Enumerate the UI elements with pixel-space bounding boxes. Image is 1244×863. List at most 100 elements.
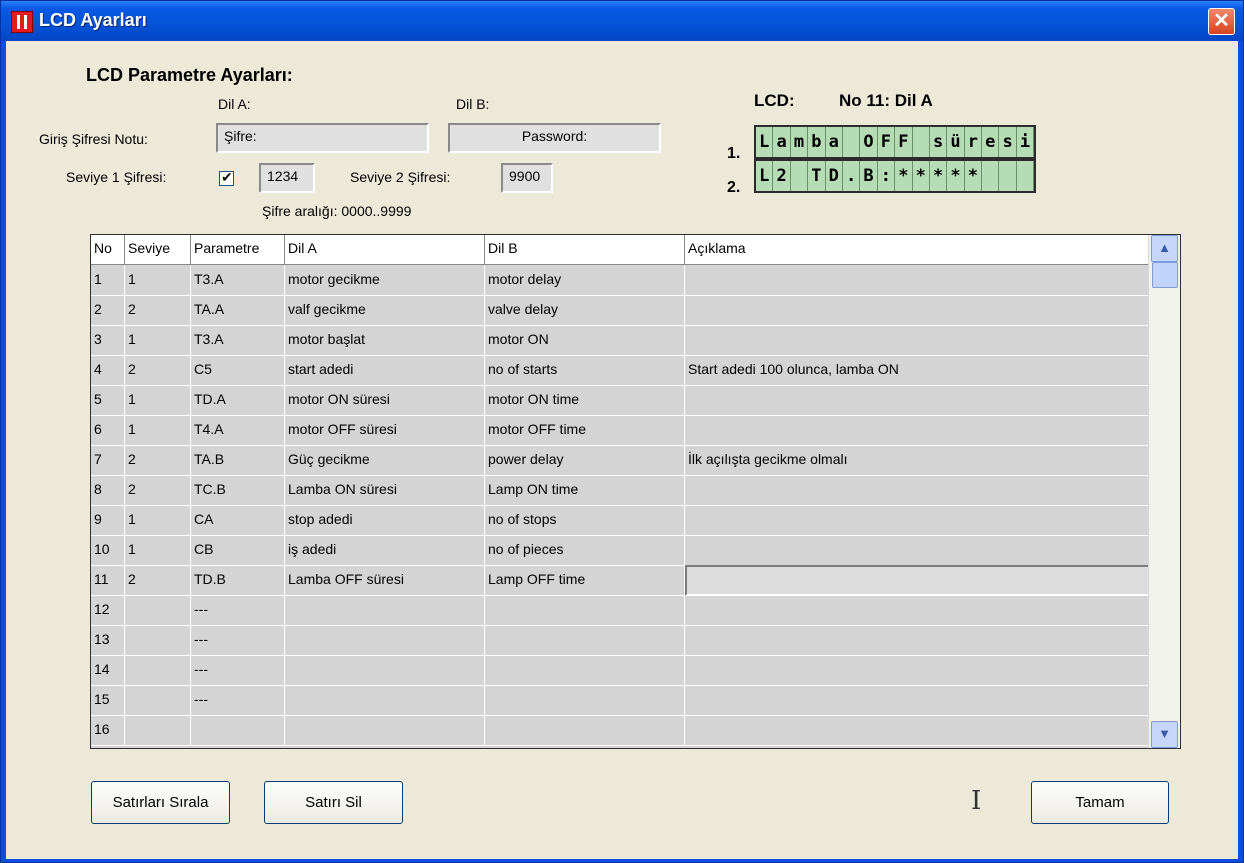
password-note-a-field[interactable]: Şifre:: [216, 123, 429, 153]
table-row[interactable]: 6 1 T4.A motor OFF süresi motor OFF time: [91, 416, 1149, 446]
table-cell[interactable]: [685, 326, 1149, 355]
table-cell[interactable]: 2: [125, 476, 191, 505]
table-cell[interactable]: 11: [91, 566, 125, 595]
table-cell[interactable]: [125, 656, 191, 685]
table-cell[interactable]: no of starts: [485, 356, 685, 385]
table-cell[interactable]: [685, 716, 1149, 745]
table-cell[interactable]: 15: [91, 686, 125, 715]
table-cell[interactable]: valf gecikme: [285, 296, 485, 325]
table-row[interactable]: 11 2 TD.B Lamba OFF süresi Lamp OFF time: [91, 565, 1150, 596]
table-cell[interactable]: TA.B: [191, 446, 285, 475]
table-cell[interactable]: 8: [91, 476, 125, 505]
table-cell[interactable]: [685, 386, 1149, 415]
table-cell[interactable]: [125, 716, 191, 745]
table-cell[interactable]: İlk açılışta gecikme olmalı: [685, 446, 1149, 475]
ok-button[interactable]: Tamam: [1031, 781, 1169, 824]
table-cell[interactable]: Güç gecikme: [285, 446, 485, 475]
column-header[interactable]: Açıklama: [685, 235, 1149, 264]
table-cell[interactable]: Lamba OFF süresi: [285, 566, 485, 595]
table-cell[interactable]: motor delay: [485, 266, 685, 295]
table-row[interactable]: 8 2 TC.B Lamba ON süresi Lamp ON time: [91, 476, 1149, 506]
table-cell[interactable]: [685, 626, 1149, 655]
table-cell[interactable]: [685, 536, 1149, 565]
table-row[interactable]: 10 1 CB iş adedi no of pieces: [91, 536, 1149, 566]
scroll-down-icon[interactable]: ▼: [1151, 721, 1178, 748]
column-header[interactable]: Parametre: [191, 235, 285, 264]
table-cell[interactable]: [485, 626, 685, 655]
table-cell[interactable]: T3.A: [191, 266, 285, 295]
column-header[interactable]: Dil B: [485, 235, 685, 264]
password-note-b-field[interactable]: Password:: [448, 123, 661, 153]
scroll-up-icon[interactable]: ▲: [1151, 235, 1178, 262]
table-row[interactable]: 7 2 TA.B Güç gecikme power delay İlk açılışta…: [91, 446, 1149, 476]
table-cell[interactable]: [685, 416, 1149, 445]
table-row[interactable]: 14 ---: [91, 656, 1149, 686]
table-cell[interactable]: TD.A: [191, 386, 285, 415]
table-row[interactable]: 13 ---: [91, 626, 1149, 656]
table-cell[interactable]: no of stops: [485, 506, 685, 535]
title-bar[interactable]: LCD Ayarları ✕: [1, 1, 1243, 41]
table-cell[interactable]: [485, 596, 685, 625]
table-cell[interactable]: 10: [91, 536, 125, 565]
table-cell[interactable]: [685, 266, 1149, 295]
table-row[interactable]: 16: [91, 716, 1149, 746]
table-cell[interactable]: [685, 656, 1149, 685]
table-cell[interactable]: motor başlat: [285, 326, 485, 355]
table-cell[interactable]: [685, 596, 1149, 625]
table-cell[interactable]: 1: [91, 266, 125, 295]
table-cell[interactable]: [685, 506, 1149, 535]
table-cell[interactable]: [485, 716, 685, 745]
column-header[interactable]: No: [91, 235, 125, 264]
table-cell[interactable]: [285, 596, 485, 625]
table-cell[interactable]: T3.A: [191, 326, 285, 355]
table-cell[interactable]: no of pieces: [485, 536, 685, 565]
delete-row-button[interactable]: Satırı Sil: [264, 781, 403, 824]
table-cell[interactable]: 3: [91, 326, 125, 355]
table-cell[interactable]: 14: [91, 656, 125, 685]
table-cell[interactable]: 5: [91, 386, 125, 415]
table-cell[interactable]: T4.A: [191, 416, 285, 445]
table-cell[interactable]: 2: [125, 566, 191, 595]
table-cell[interactable]: 6: [91, 416, 125, 445]
table-cell[interactable]: [125, 596, 191, 625]
table-row[interactable]: 3 1 T3.A motor başlat motor ON: [91, 326, 1149, 356]
table-cell[interactable]: 2: [125, 446, 191, 475]
table-cell[interactable]: 1: [125, 386, 191, 415]
table-cell[interactable]: CB: [191, 536, 285, 565]
table-cell[interactable]: Start adedi 100 olunca, lamba ON: [685, 356, 1149, 385]
table-cell[interactable]: power delay: [485, 446, 685, 475]
table-cell[interactable]: motor ON süresi: [285, 386, 485, 415]
table-cell[interactable]: Lamba ON süresi: [285, 476, 485, 505]
table-row[interactable]: 2 2 TA.A valf gecikme valve delay: [91, 296, 1149, 326]
table-cell[interactable]: TD.B: [191, 566, 285, 595]
table-cell[interactable]: [125, 626, 191, 655]
level2-password-field[interactable]: 9900: [501, 163, 553, 193]
table-cell[interactable]: motor gecikme: [285, 266, 485, 295]
table-cell[interactable]: valve delay: [485, 296, 685, 325]
table-cell[interactable]: 13: [91, 626, 125, 655]
description-edit-field[interactable]: [685, 565, 1150, 596]
table-row[interactable]: 12 ---: [91, 596, 1149, 626]
table-cell[interactable]: [285, 656, 485, 685]
table-cell[interactable]: 2: [125, 296, 191, 325]
table-cell[interactable]: 16: [91, 716, 125, 745]
table-row[interactable]: 15 ---: [91, 686, 1149, 716]
table-cell[interactable]: ---: [191, 596, 285, 625]
table-cell[interactable]: 4: [91, 356, 125, 385]
table-cell[interactable]: 1: [125, 266, 191, 295]
table-cell[interactable]: [285, 686, 485, 715]
table-cell[interactable]: motor ON: [485, 326, 685, 355]
level1-password-field[interactable]: 1234: [259, 163, 315, 193]
table-cell[interactable]: [485, 656, 685, 685]
table-cell[interactable]: Lamp OFF time: [485, 566, 685, 595]
table-cell[interactable]: [685, 686, 1149, 715]
table-cell[interactable]: ---: [191, 656, 285, 685]
table-cell[interactable]: motor ON time: [485, 386, 685, 415]
table-cell[interactable]: 12: [91, 596, 125, 625]
table-cell[interactable]: start adedi: [285, 356, 485, 385]
table-cell[interactable]: C5: [191, 356, 285, 385]
table-cell[interactable]: 1: [125, 506, 191, 535]
close-button[interactable]: ✕: [1208, 8, 1235, 35]
column-header[interactable]: Seviye: [125, 235, 191, 264]
table-row[interactable]: 5 1 TD.A motor ON süresi motor ON time: [91, 386, 1149, 416]
